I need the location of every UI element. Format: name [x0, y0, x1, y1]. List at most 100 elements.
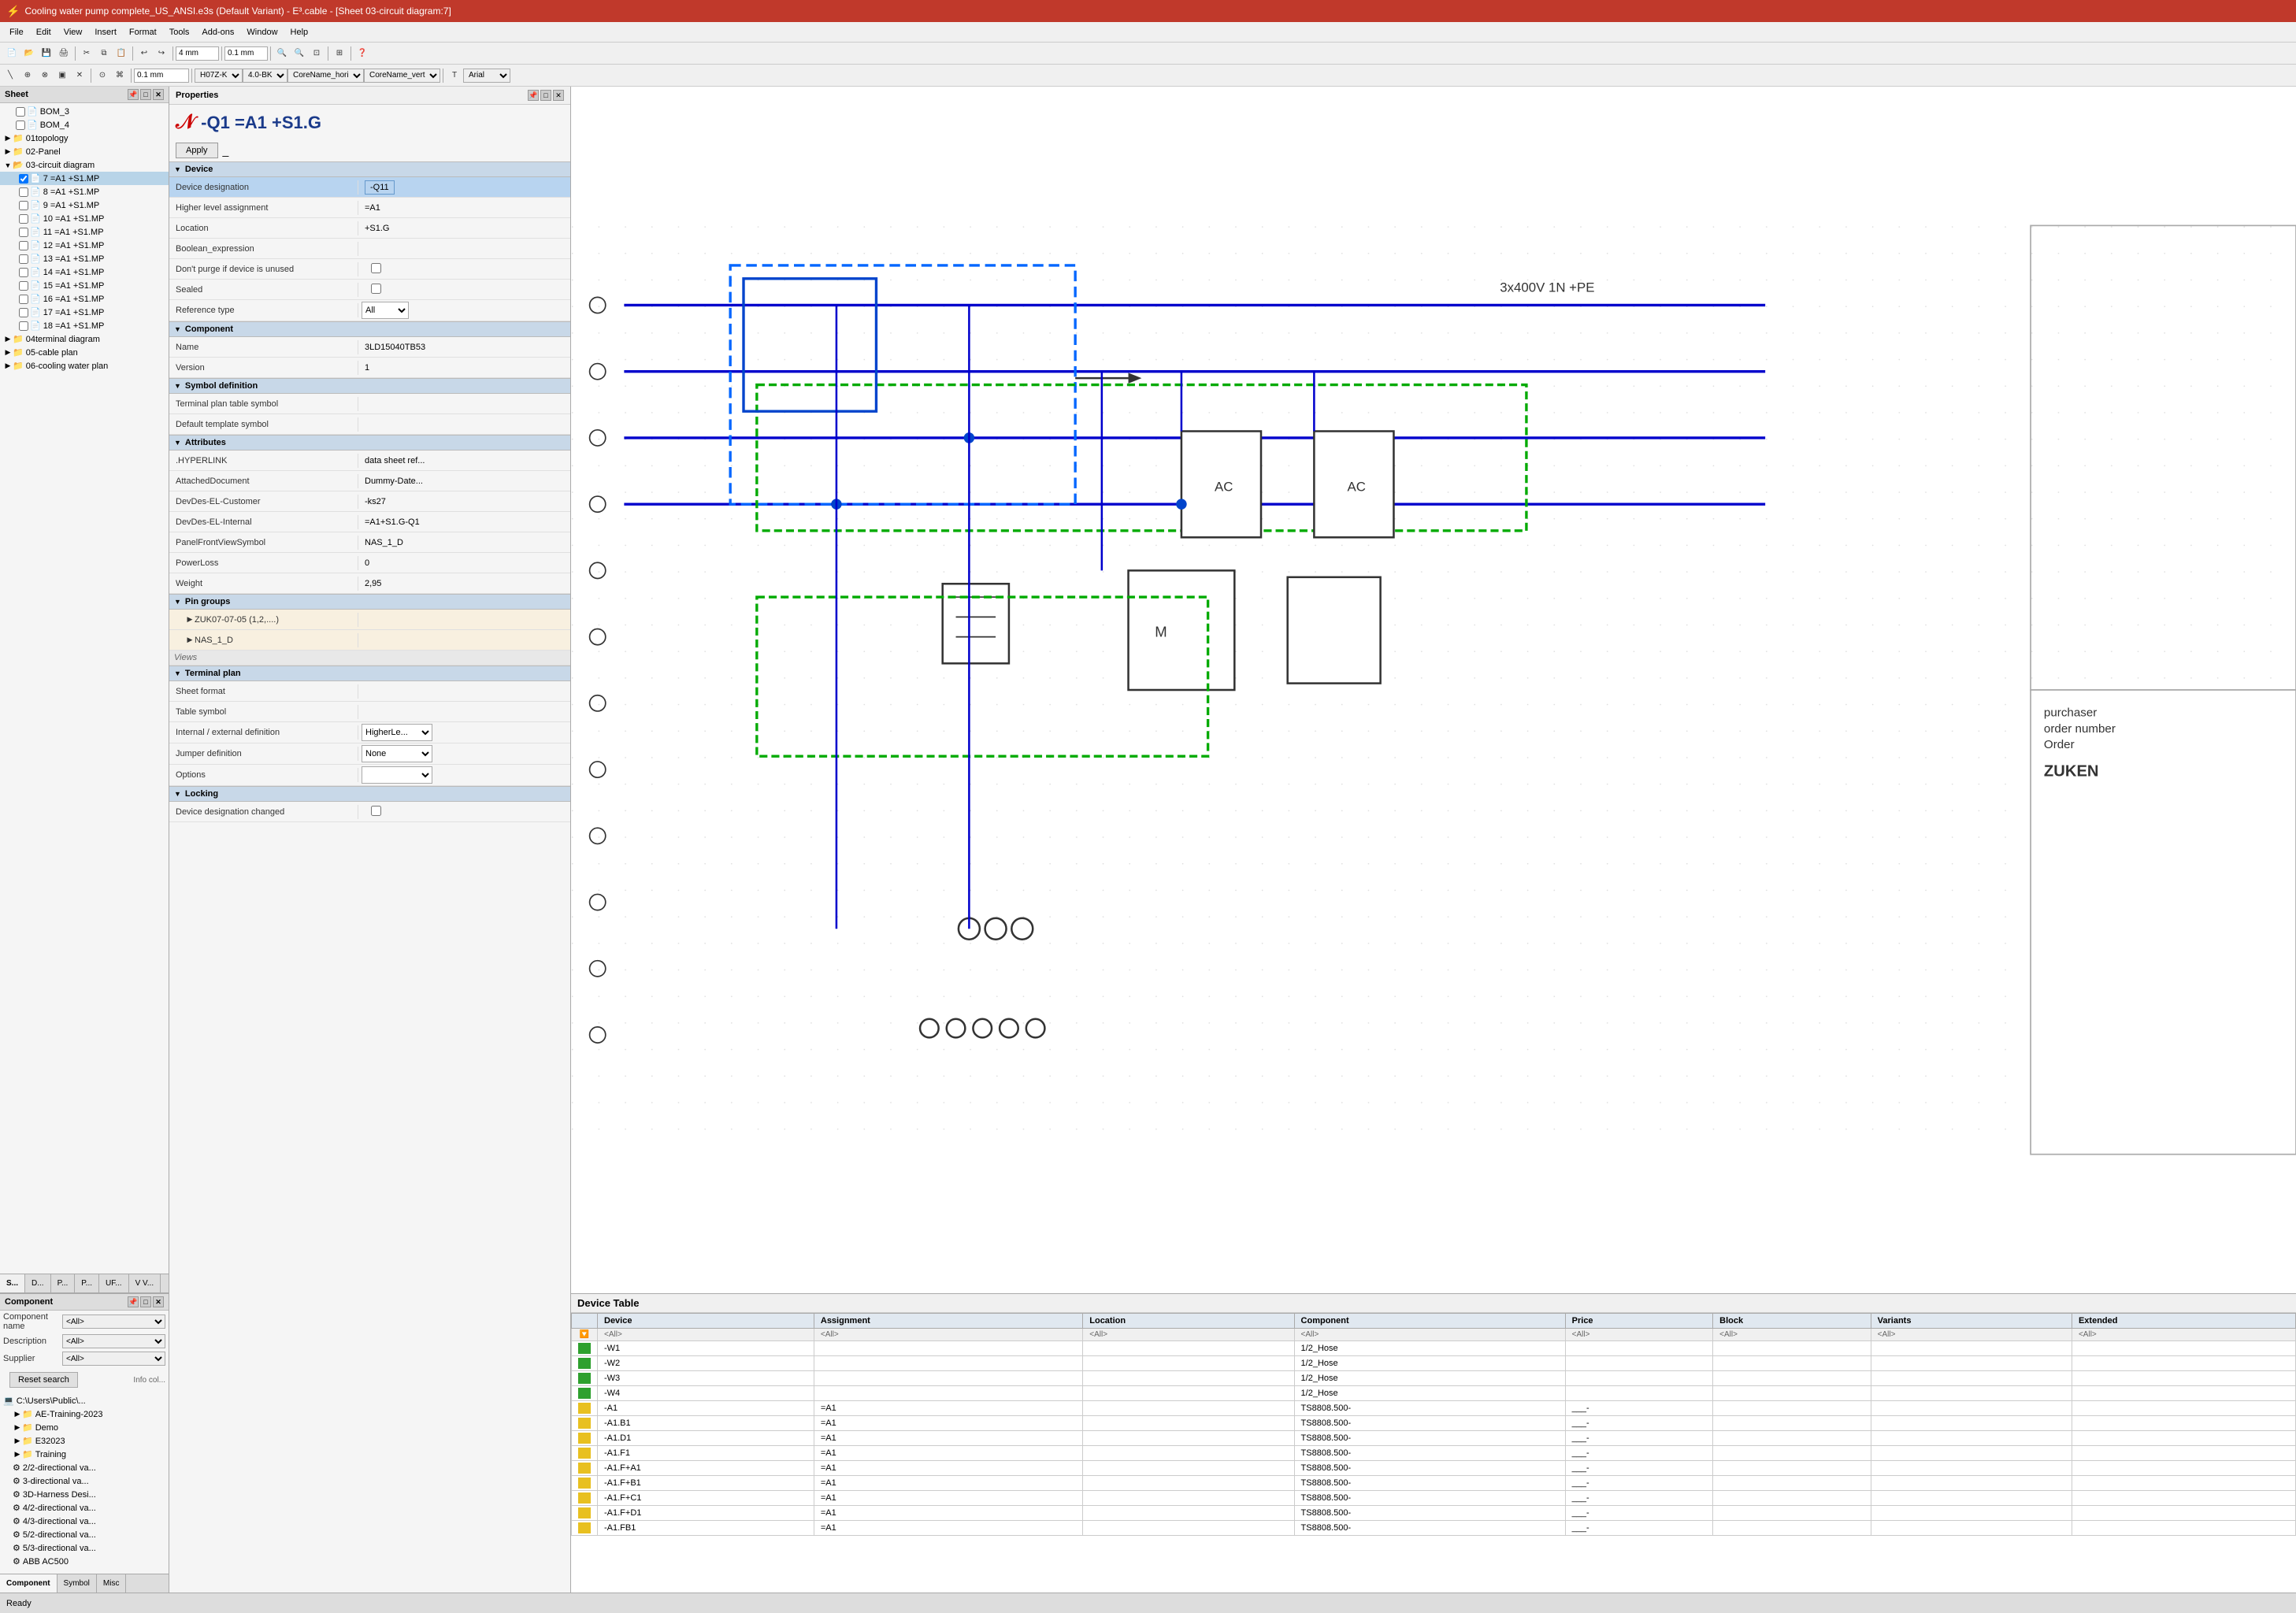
comp-name-select[interactable]: <All> — [62, 1315, 165, 1329]
tree-item-05cable[interactable]: ▶ 📁 05-cable plan — [0, 346, 169, 359]
checkbox-dont-purge[interactable] — [371, 263, 381, 273]
jumper-def-select[interactable]: None Internal External — [362, 745, 432, 762]
prop-jumper-def[interactable]: Jumper definition None Internal External — [169, 743, 570, 765]
cut-btn[interactable]: ✂ — [78, 45, 95, 62]
tree-item-sheet7[interactable]: 📄 7 =A1 +S1.MP — [0, 172, 169, 185]
menu-tools[interactable]: Tools — [163, 25, 196, 39]
expand-training[interactable]: ▶ — [13, 1450, 22, 1459]
tree-item-e32023[interactable]: ▶ 📁 E32023 — [0, 1434, 169, 1448]
paste-btn[interactable]: 📋 — [113, 45, 130, 62]
apply-btn[interactable]: Apply — [176, 143, 218, 158]
tree-item-sheet11[interactable]: 📄 11 =A1 +S1.MP — [0, 225, 169, 239]
table-row[interactable]: -A1.F+A1 =A1 TS8808.500- ___- — [572, 1461, 2296, 1476]
left-tab-d[interactable]: D... — [25, 1274, 51, 1292]
menu-edit[interactable]: Edit — [30, 25, 57, 39]
prop-dev-desig-changed[interactable]: Device designation changed — [169, 802, 570, 822]
core-name-hori-select[interactable]: CoreName_hori — [287, 69, 364, 83]
menu-view[interactable]: View — [57, 25, 89, 39]
table-row[interactable]: -A1 =A1 TS8808.500- ___- — [572, 1401, 2296, 1416]
tree-item-sheet15[interactable]: 📄 15 =A1 +S1.MP — [0, 279, 169, 292]
options-select[interactable] — [362, 766, 432, 784]
col-component[interactable]: Component — [1294, 1314, 1565, 1329]
redo-btn[interactable]: ↪ — [153, 45, 170, 62]
expand-ae2023[interactable]: ▶ — [13, 1410, 22, 1418]
left-tab-vv[interactable]: V V... — [129, 1274, 161, 1292]
t-icon-btn[interactable]: T — [446, 67, 463, 84]
tree-item-ae2023[interactable]: ▶ 📁 AE-Training-2023 — [0, 1407, 169, 1421]
tree-item-comp2[interactable]: ⚙ 3-directional va... — [0, 1474, 169, 1488]
save-btn[interactable]: 💾 — [38, 45, 55, 62]
table-row[interactable]: -W3 1/2_Hose — [572, 1371, 2296, 1386]
panel-close-btn[interactable]: ✕ — [153, 89, 164, 100]
tolerance-input[interactable] — [224, 46, 268, 61]
table-row[interactable]: -A1.FB1 =A1 TS8808.500- ___- — [572, 1521, 2296, 1536]
checkbox-dev-desig-changed[interactable] — [371, 806, 381, 816]
tree-item-02panel[interactable]: ▶ 📁 02-Panel — [0, 145, 169, 158]
prop-higher-level[interactable]: Higher level assignment =A1 — [169, 198, 570, 218]
tool-btn-6[interactable]: ⊙ — [94, 67, 111, 84]
print-btn[interactable]: 🖨 — [55, 45, 72, 62]
prop-dont-purge[interactable]: Don't purge if device is unused — [169, 259, 570, 280]
undo-btn[interactable]: ↩ — [135, 45, 153, 62]
comp-panel-close-btn[interactable]: ✕ — [153, 1296, 164, 1307]
grid-btn[interactable]: ⊞ — [331, 45, 348, 62]
tree-item-sheet17[interactable]: 📄 17 =A1 +S1.MP — [0, 306, 169, 319]
prop-panel-front[interactable]: PanelFrontViewSymbol NAS_1_D — [169, 532, 570, 553]
zoom-in-btn[interactable]: 🔍 — [273, 45, 291, 62]
tree-item-comp6[interactable]: ⚙ 5/2-directional va... — [0, 1528, 169, 1541]
col-assignment[interactable]: Assignment — [814, 1314, 1082, 1329]
expand-01topology[interactable]: ▶ — [3, 134, 13, 143]
table-row[interactable]: -A1.F+C1 =A1 TS8808.500- ___- — [572, 1491, 2296, 1506]
prop-devdes-internal[interactable]: DevDes-EL-Internal =A1+S1.G-Q1 — [169, 512, 570, 532]
checkbox-sheet9[interactable] — [19, 201, 28, 210]
section-attributes[interactable]: ▼ Attributes — [169, 435, 570, 451]
expand-02panel[interactable]: ▶ — [3, 147, 13, 156]
table-row[interactable]: -W2 1/2_Hose — [572, 1356, 2296, 1371]
tree-item-comp4[interactable]: ⚙ 4/2-directional va... — [0, 1501, 169, 1515]
tool-btn-1[interactable]: ╲ — [2, 67, 19, 84]
tool-btn-4[interactable]: ▣ — [54, 67, 71, 84]
col-device[interactable]: Device — [598, 1314, 814, 1329]
reset-search-btn[interactable]: Reset search — [9, 1372, 78, 1388]
checkbox-sheet8[interactable] — [19, 187, 28, 197]
tree-item-comp5[interactable]: ⚙ 4/3-directional va... — [0, 1515, 169, 1528]
left-tab-p2[interactable]: P... — [75, 1274, 99, 1292]
prop-close-btn[interactable]: ✕ — [553, 90, 564, 101]
expand-e32023[interactable]: ▶ — [13, 1437, 22, 1445]
table-row[interactable]: -A1.B1 =A1 TS8808.500- ___- — [572, 1416, 2296, 1431]
prop-sheet-format[interactable]: Sheet format — [169, 681, 570, 702]
tool-btn-2[interactable]: ⊕ — [19, 67, 36, 84]
reference-type-select[interactable]: All Single Multiple — [362, 302, 409, 319]
tab-symbol[interactable]: Symbol — [57, 1574, 97, 1593]
prop-sealed[interactable]: Sealed — [169, 280, 570, 300]
expand-05cable[interactable]: ▶ — [3, 348, 13, 357]
comp-panel-float-btn[interactable]: □ — [140, 1296, 151, 1307]
menu-window[interactable]: Window — [240, 25, 284, 39]
tab-component[interactable]: Component — [0, 1574, 57, 1593]
device-table-wrap[interactable]: Device Assignment Location Component Pri… — [571, 1313, 2296, 1593]
checkbox-bom3[interactable] — [16, 107, 25, 117]
tree-item-sheet14[interactable]: 📄 14 =A1 +S1.MP — [0, 265, 169, 279]
tree-item-04terminal[interactable]: ▶ 📁 04terminal diagram — [0, 332, 169, 346]
prop-comp-version[interactable]: Version 1 — [169, 358, 570, 378]
prop-comp-name[interactable]: Name 3LD15040TB53 — [169, 337, 570, 358]
font-select[interactable]: Arial — [463, 69, 510, 83]
tree-item-comp8[interactable]: ⚙ ABB AC500 — [0, 1555, 169, 1568]
col-location[interactable]: Location — [1083, 1314, 1294, 1329]
checkbox-sheet10[interactable] — [19, 214, 28, 224]
tree-item-06cooling[interactable]: ▶ 📁 06-cooling water plan — [0, 359, 169, 373]
expand-demo[interactable]: ▶ — [13, 1423, 22, 1432]
prop-hyperlink[interactable]: .HYPERLINK data sheet ref... — [169, 451, 570, 471]
left-tab-p1[interactable]: P... — [51, 1274, 76, 1292]
section-terminal-plan[interactable]: ▼ Terminal plan — [169, 666, 570, 681]
prop-weight[interactable]: Weight 2,95 — [169, 573, 570, 594]
prop-location[interactable]: Location +S1.G — [169, 218, 570, 239]
pin-group-nas[interactable]: ▶ NAS_1_D — [169, 630, 570, 651]
checkbox-sealed[interactable] — [371, 284, 381, 294]
tree-item-demo[interactable]: ▶ 📁 Demo — [0, 1421, 169, 1434]
prop-power-loss[interactable]: PowerLoss 0 — [169, 553, 570, 573]
tree-item-sheet18[interactable]: 📄 18 =A1 +S1.MP — [0, 319, 169, 332]
expand-nas[interactable]: ▶ — [185, 636, 195, 644]
col-variants[interactable]: Variants — [1871, 1314, 2072, 1329]
tree-item-sheet12[interactable]: 📄 12 =A1 +S1.MP — [0, 239, 169, 252]
